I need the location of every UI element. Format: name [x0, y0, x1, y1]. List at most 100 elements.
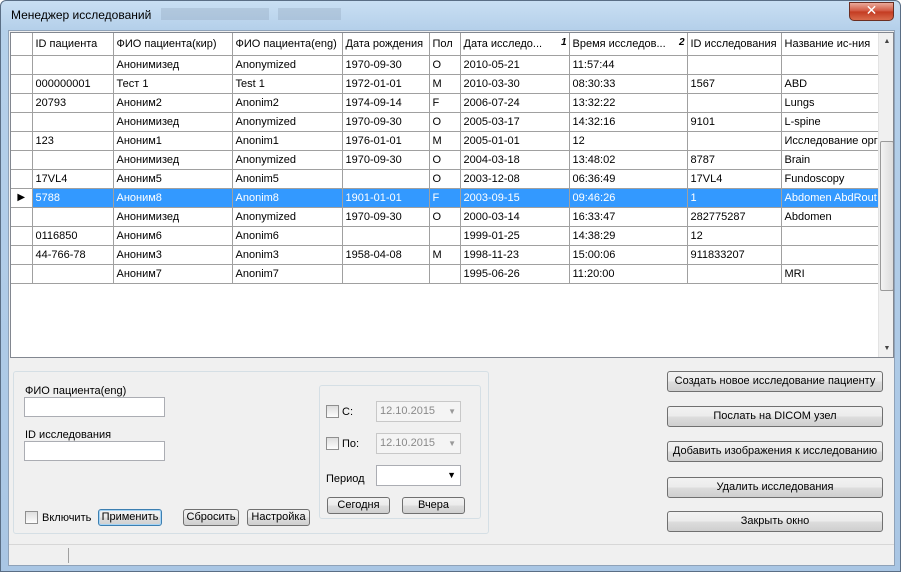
table-cell[interactable]: ABD	[781, 74, 882, 94]
table-cell[interactable]: Аноним2	[113, 93, 233, 113]
table-cell[interactable]	[687, 93, 782, 113]
table-cell[interactable]: 5788	[32, 188, 114, 208]
scroll-up-icon[interactable]: ▲	[879, 33, 893, 50]
table-cell[interactable]: Fundoscopy	[781, 169, 882, 189]
apply-button[interactable]: Применить	[98, 509, 162, 526]
table-cell[interactable]: 000000001	[32, 74, 114, 94]
table-cell[interactable]	[429, 226, 461, 246]
row-header[interactable]	[11, 226, 33, 246]
table-cell[interactable]: 1998-11-23	[460, 245, 570, 265]
table-row[interactable]: 0116850 Аноним6 Anonim6 1999-01-25 14:38:29 1…	[11, 226, 882, 246]
table-cell[interactable]	[687, 264, 782, 284]
settings-button[interactable]: Настройка	[247, 509, 310, 526]
table-cell[interactable]: Аноним6	[113, 226, 233, 246]
column-header[interactable]: Пол	[429, 33, 461, 56]
table-cell[interactable]: O	[429, 55, 461, 75]
period-select[interactable]: ▼	[376, 465, 461, 486]
table-cell[interactable]: F	[429, 188, 461, 208]
table-cell[interactable]: Анонимизед	[113, 55, 233, 75]
row-header[interactable]	[11, 150, 33, 170]
table-cell[interactable]: Abdomen	[781, 207, 882, 227]
table-cell[interactable]: Аноним3	[113, 245, 233, 265]
send-dicom-button[interactable]: Послать на DICOM узел	[667, 406, 883, 427]
table-cell[interactable]: Anonymized	[232, 207, 343, 227]
table-cell[interactable]: 13:48:02	[569, 150, 688, 170]
column-header[interactable]: ФИО пациента(кир)	[113, 33, 233, 56]
table-cell[interactable]: 1567	[687, 74, 782, 94]
row-header[interactable]	[11, 245, 33, 265]
table-cell[interactable]: M	[429, 131, 461, 151]
row-header[interactable]	[11, 93, 33, 113]
row-header[interactable]	[11, 264, 33, 284]
table-cell[interactable]: O	[429, 207, 461, 227]
date-to-picker[interactable]: 12.10.2015 ▼	[376, 433, 461, 454]
table-cell[interactable]: L-spine	[781, 112, 882, 132]
table-cell[interactable]: 0116850	[32, 226, 114, 246]
table-cell[interactable]: O	[429, 112, 461, 132]
table-cell[interactable]: 16:33:47	[569, 207, 688, 227]
table-cell[interactable]: 911833207	[687, 245, 782, 265]
row-header[interactable]	[11, 112, 33, 132]
table-cell[interactable]: 12	[687, 226, 782, 246]
table-cell[interactable]: 14:38:29	[569, 226, 688, 246]
table-cell[interactable]: Анонимизед	[113, 112, 233, 132]
table-cell[interactable]: MRI	[781, 264, 882, 284]
table-cell[interactable]	[342, 169, 430, 189]
close-window-button[interactable]: ✕	[849, 2, 894, 21]
table-cell[interactable]: Abdomen AbdRout	[781, 188, 882, 208]
table-cell[interactable]: 1972-01-01	[342, 74, 430, 94]
table-row[interactable]: Анонимизед Anonymized 1970-09-30 O 2010-05-2…	[11, 55, 882, 75]
table-cell[interactable]: 1970-09-30	[342, 150, 430, 170]
table-cell[interactable]: 17VL4	[32, 169, 114, 189]
table-cell[interactable]: Anonim1	[232, 131, 343, 151]
table-cell[interactable]: 2005-01-01	[460, 131, 570, 151]
table-cell[interactable]: 2000-03-14	[460, 207, 570, 227]
table-cell[interactable]: 11:20:00	[569, 264, 688, 284]
table-cell[interactable]: 20793	[32, 93, 114, 113]
table-cell[interactable]: 2010-03-30	[460, 74, 570, 94]
table-cell[interactable]: 1970-09-30	[342, 207, 430, 227]
table-cell[interactable]	[32, 150, 114, 170]
table-row[interactable]: ▶ 5788 Аноним8 Anonim8 1901-01-01 F 2003-09-15…	[11, 188, 882, 208]
table-row[interactable]: 17VL4 Аноним5 Anonim5 O 2003-12-08 06:36:49 17…	[11, 169, 882, 189]
column-header[interactable]: Дата рождения	[342, 33, 430, 56]
table-cell[interactable]: F	[429, 93, 461, 113]
table-cell[interactable]: 06:36:49	[569, 169, 688, 189]
date-to-checkbox[interactable]	[326, 437, 339, 450]
table-cell[interactable]: Anonymized	[232, 55, 343, 75]
table-cell[interactable]: M	[429, 245, 461, 265]
table-row[interactable]: Анонимизед Anonymized 1970-09-30 O 2004-03-1…	[11, 150, 882, 170]
table-cell[interactable]: Brain	[781, 150, 882, 170]
table-cell[interactable]	[781, 245, 882, 265]
date-from-checkbox[interactable]	[326, 405, 339, 418]
table-cell[interactable]: 2003-12-08	[460, 169, 570, 189]
patient-name-input[interactable]	[24, 397, 165, 417]
create-study-button[interactable]: Создать новое исследование пациенту	[667, 371, 883, 392]
column-header[interactable]: Название ис-ния	[781, 33, 882, 56]
column-header[interactable]: ID исследования	[687, 33, 782, 56]
today-button[interactable]: Сегодня	[327, 497, 390, 514]
yesterday-button[interactable]: Вчера	[402, 497, 465, 514]
table-cell[interactable]: 2006-07-24	[460, 93, 570, 113]
add-images-button[interactable]: Добавить изображения к исследованию	[667, 441, 883, 462]
table-cell[interactable]	[32, 264, 114, 284]
table-cell[interactable]: Anonim3	[232, 245, 343, 265]
scroll-down-icon[interactable]: ▼	[879, 340, 893, 357]
vertical-scrollbar[interactable]: ▲ ▼	[878, 33, 893, 357]
table-cell[interactable]: Anonim2	[232, 93, 343, 113]
table-row[interactable]: Анонимизед Anonymized 1970-09-30 O 2000-03-1…	[11, 207, 882, 227]
table-cell[interactable]: 17VL4	[687, 169, 782, 189]
table-cell[interactable]: 08:30:33	[569, 74, 688, 94]
table-cell[interactable]: Анонимизед	[113, 207, 233, 227]
table-cell[interactable]: 1	[687, 188, 782, 208]
table-cell[interactable]: 14:32:16	[569, 112, 688, 132]
table-cell[interactable]: 11:57:44	[569, 55, 688, 75]
table-cell[interactable]: 1958-04-08	[342, 245, 430, 265]
table-cell[interactable]: 1976-01-01	[342, 131, 430, 151]
table-cell[interactable]	[781, 226, 882, 246]
table-cell[interactable]: Тест 1	[113, 74, 233, 94]
table-cell[interactable]	[342, 226, 430, 246]
row-header[interactable]	[11, 169, 33, 189]
table-cell[interactable]: 09:46:26	[569, 188, 688, 208]
table-cell[interactable]: Anonim5	[232, 169, 343, 189]
